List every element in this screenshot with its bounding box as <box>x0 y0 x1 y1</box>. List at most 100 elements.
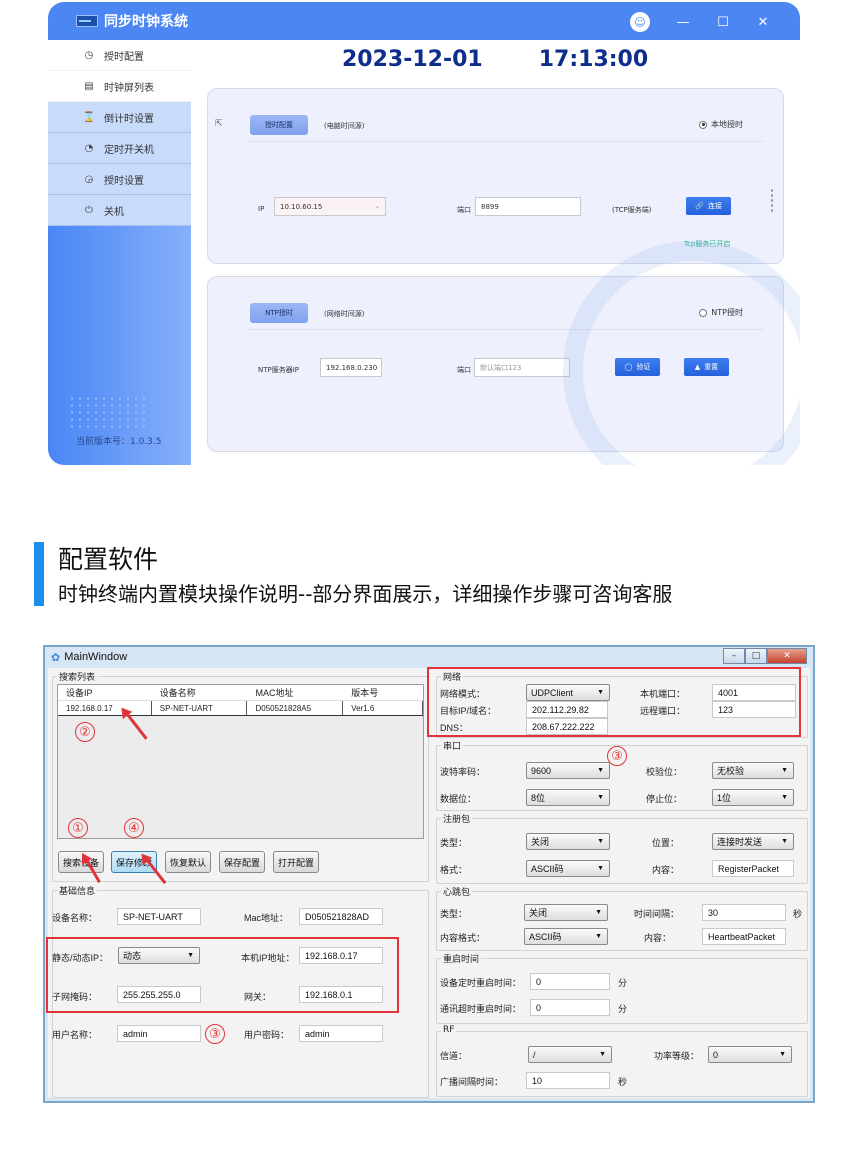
dropdown-arrow-icon: ▼ <box>595 909 602 916</box>
timeout-unit: 分 <box>618 1004 628 1014</box>
local-time-panel: ⇱ 授时配置 (电脑时间源) 本地授时 IP 10.10.60.15 ⌄ 端口 … <box>207 88 784 264</box>
cell-mac: D050521828A5 <box>247 701 344 715</box>
selected-value: 1位 <box>717 793 732 803</box>
verify-button[interactable]: ◯ 验证 <box>615 358 660 376</box>
sidebar-item-scheduled-power[interactable]: ◔ 定时开关机 <box>48 133 191 164</box>
clock-gear-icon: ◷ <box>84 49 94 61</box>
app-titlebar: 同步时钟系统 ☺ — ☐ ✕ <box>48 2 800 40</box>
parity-label: 校验位： <box>646 767 683 777</box>
register-content-input[interactable]: RegisterPacket <box>712 860 794 877</box>
device-list[interactable]: 设备IP 设备名称 MAC地址 版本号 192.168.0.17 SP-NET-… <box>57 684 424 839</box>
stop-bits-label: 停止位： <box>646 794 683 804</box>
connect-label: 连接 <box>707 202 722 210</box>
mac-label: Mac地址： <box>244 913 289 923</box>
minimize-button[interactable]: – <box>723 648 745 664</box>
close-button[interactable]: ✕ <box>767 648 807 664</box>
group-title: 重启时间 <box>441 952 482 965</box>
list-icon: ▤ <box>84 80 94 92</box>
selected-value: 关闭 <box>531 837 550 847</box>
stop-bits-select[interactable]: 1位 ▼ <box>712 789 794 806</box>
connect-button[interactable]: 🔗 连接 <box>686 197 731 215</box>
reset-label: 重置 <box>704 363 719 371</box>
drag-handle[interactable] <box>770 188 774 214</box>
selected-value: ASCII码 <box>529 932 562 942</box>
heartbeat-interval-input[interactable]: 30 <box>702 904 786 921</box>
window-controls: – □ ✕ <box>723 648 807 664</box>
local-time-tag[interactable]: 授时配置 <box>250 115 308 135</box>
current-time: 17:13:00 <box>538 47 649 72</box>
ip-select[interactable]: 10.10.60.15 ⌄ <box>274 197 386 216</box>
ntp-server-input[interactable]: 192.168.0.230 <box>320 358 382 377</box>
ntp-time-radio[interactable]: NTP授时 <box>699 307 743 318</box>
selected-value: 关闭 <box>529 908 548 918</box>
column-header[interactable]: MAC地址 <box>247 685 343 700</box>
dropdown-arrow-icon: ▼ <box>779 1051 786 1058</box>
sidebar-item-shutdown[interactable]: ⏻ 关机 <box>48 195 191 226</box>
sidebar: ◷ 授时配置 ▤ 时钟屏列表 ⌛ 倒计时设置 ◔ 定时开关机 ◶ 授时设置 ⏻ … <box>48 40 191 465</box>
mac-input[interactable]: D050521828AD <box>299 908 383 925</box>
device-name-label: 设备名称： <box>52 913 98 923</box>
heartbeat-type-label: 类型： <box>440 909 468 919</box>
port-input[interactable]: 8899 <box>475 197 581 216</box>
sidebar-item-clock-list[interactable]: ▤ 时钟屏列表 <box>48 71 191 102</box>
clock-plus-icon: ◶ <box>84 173 94 185</box>
user-icon[interactable]: ☺ <box>630 12 650 32</box>
register-format-select[interactable]: ASCII码 ▼ <box>526 860 610 877</box>
password-input[interactable]: admin <box>299 1025 383 1042</box>
clock-display: 2023-12-01 17:13:00 <box>342 47 648 72</box>
ntp-port-input[interactable]: 默认端口123 <box>474 358 570 377</box>
minimize-button[interactable]: — <box>676 15 690 30</box>
baud-select[interactable]: 9600 ▼ <box>526 762 610 779</box>
heartbeat-format-label: 内容格式： <box>440 933 486 943</box>
selected-value: 连接时发送 <box>717 837 763 847</box>
sidebar-item-countdown[interactable]: ⌛ 倒计时设置 <box>48 102 191 133</box>
username-input[interactable]: admin <box>117 1025 201 1042</box>
ntp-time-tag[interactable]: NTP授时 <box>250 303 308 323</box>
parity-select[interactable]: 无校验 ▼ <box>712 762 794 779</box>
local-time-radio[interactable]: 本地授时 <box>699 119 743 130</box>
timeout-restart-input[interactable]: 0 <box>530 999 610 1016</box>
channel-label: 信道： <box>440 1051 468 1061</box>
maximize-button[interactable]: □ <box>745 648 767 664</box>
power-level-label: 功率等级： <box>654 1051 700 1061</box>
heartbeat-content-input[interactable]: HeartbeatPacket <box>702 928 786 945</box>
table-row[interactable]: 192.168.0.17 SP-NET-UART D050521828A5 Ve… <box>58 701 423 716</box>
channel-select[interactable]: / ▼ <box>528 1046 612 1063</box>
register-pos-select[interactable]: 连接时发送 ▼ <box>712 833 794 850</box>
main-window-titlebar: ✿ MainWindow <box>45 647 813 667</box>
group-title: 串口 <box>441 739 464 752</box>
section-title: 配置软件 <box>58 545 159 574</box>
version-label: 当前版本号：1.0.3.5 <box>76 437 162 447</box>
column-header[interactable]: 设备名称 <box>152 685 248 700</box>
restore-default-button[interactable]: 恢复默认 <box>165 851 211 873</box>
section-accent-bar <box>34 542 44 606</box>
save-config-button[interactable]: 保存配置 <box>219 851 265 873</box>
dropdown-arrow-icon: ▼ <box>781 838 788 845</box>
open-config-button[interactable]: 打开配置 <box>273 851 319 873</box>
column-header[interactable]: 设备IP <box>58 685 152 700</box>
sidebar-item-time-settings[interactable]: ◶ 授时设置 <box>48 164 191 195</box>
ip-value: 10.10.60.15 <box>280 202 323 211</box>
data-bits-select[interactable]: 8位 ▼ <box>526 789 610 806</box>
device-name-input[interactable]: SP-NET-UART <box>117 908 201 925</box>
divider <box>248 329 763 330</box>
cell-version: Ver1.6 <box>343 701 423 715</box>
heartbeat-format-select[interactable]: ASCII码 ▼ <box>524 928 608 945</box>
broadcast-input[interactable]: 10 <box>526 1072 610 1089</box>
shield-check-icon: ◯ <box>624 363 633 371</box>
timed-restart-input[interactable]: 0 <box>530 973 610 990</box>
column-header[interactable]: 版本号 <box>343 685 423 700</box>
maximize-button[interactable]: ☐ <box>716 15 730 30</box>
heartbeat-type-select[interactable]: 关闭 ▼ <box>524 904 608 921</box>
current-date: 2023-12-01 <box>342 47 483 72</box>
sidebar-item-time-config[interactable]: ◷ 授时配置 <box>48 40 191 71</box>
power-level-select[interactable]: 0 ▼ <box>708 1046 792 1063</box>
register-type-select[interactable]: 关闭 ▼ <box>526 833 610 850</box>
highlight-ip-settings <box>46 937 399 1013</box>
group-title: RF <box>441 1025 457 1035</box>
ntp-time-note: (网络时间源) <box>324 310 365 318</box>
selected-value: 8位 <box>531 793 546 803</box>
reset-button[interactable]: ▲ 重置 <box>684 358 729 376</box>
close-button[interactable]: ✕ <box>756 15 770 30</box>
dropdown-arrow-icon: ▼ <box>595 933 602 940</box>
